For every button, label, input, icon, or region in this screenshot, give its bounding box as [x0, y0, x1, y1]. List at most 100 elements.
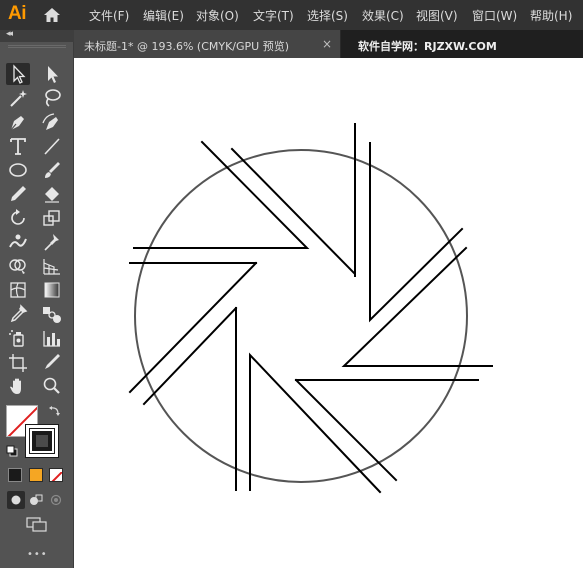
- arrow-outline-icon: [13, 64, 26, 84]
- menu-bar: Ai 文件(F) 编辑(E) 对象(O) 文字(T) 选择(S) 效果(C) 视…: [0, 0, 583, 30]
- document-tab-bar: 未标题-1* @ 193.6% (CMYK/GPU 预览) × 软件自学网：RJ…: [74, 30, 583, 58]
- menu-effect[interactable]: 效果(C): [362, 7, 404, 24]
- pencil-tool[interactable]: [6, 183, 30, 205]
- ellipse-tool[interactable]: [6, 159, 30, 181]
- aperture-blade-left-edge[interactable]: [128, 261, 258, 394]
- gradient-mode-button[interactable]: [29, 468, 43, 482]
- shape-builder-icon: [9, 259, 26, 274]
- panel-grip[interactable]: [8, 45, 66, 48]
- aperture-blade-right-upper[interactable]: [369, 142, 464, 323]
- document-tab-label: 未标题-1* @ 193.6% (CMYK/GPU 预览): [84, 40, 289, 53]
- column-graph-tool[interactable]: [40, 327, 64, 349]
- curvature-icon: [42, 113, 58, 130]
- zoom-icon: [43, 377, 60, 394]
- hand-icon: [10, 378, 21, 394]
- hand-tool[interactable]: [6, 375, 30, 397]
- menu-edit[interactable]: 编辑(E): [143, 7, 184, 24]
- magic-wand-tool[interactable]: [6, 87, 30, 109]
- home-icon[interactable]: [42, 5, 62, 25]
- default-fill-stroke-icon[interactable]: [5, 444, 19, 458]
- rotate-tool[interactable]: [6, 207, 30, 229]
- draw-inside-icon[interactable]: [47, 491, 65, 509]
- puppet-warp-icon: [9, 234, 27, 248]
- slice-tool[interactable]: [40, 351, 64, 373]
- stroke-swatch-center: [36, 435, 48, 447]
- eraser-tool[interactable]: [40, 183, 64, 205]
- tools-panel: ◂◂ •••: [0, 29, 74, 568]
- aperture-circle[interactable]: [134, 149, 468, 483]
- aperture-blade-top-edge[interactable]: [230, 147, 356, 275]
- swap-fill-stroke-icon[interactable]: [48, 404, 62, 418]
- slice-icon: [45, 354, 60, 369]
- menu-help[interactable]: 帮助(H): [530, 7, 572, 24]
- pen-tool[interactable]: [6, 111, 30, 133]
- aperture-blade-top[interactable]: [133, 140, 310, 249]
- artboard-tool[interactable]: [6, 351, 30, 373]
- tools-panel-header: ◂◂: [0, 29, 74, 42]
- blend-tool[interactable]: [40, 303, 64, 325]
- color-mode-button[interactable]: [8, 468, 22, 482]
- paintbrush-tool[interactable]: [40, 159, 64, 181]
- artboard-canvas[interactable]: [74, 58, 583, 568]
- aperture-blade-bottom[interactable]: [249, 352, 382, 494]
- pencil-icon: [11, 186, 26, 201]
- watermark-tab-label: 软件自学网：RJZXW.COM: [358, 40, 497, 53]
- pin-tool[interactable]: [40, 231, 64, 253]
- draw-normal-icon[interactable]: [7, 491, 25, 509]
- pen-icon: [10, 116, 24, 131]
- none-slash-icon: [51, 471, 62, 481]
- eyedropper-tool[interactable]: [6, 303, 30, 325]
- menu-view[interactable]: 视图(V): [416, 7, 458, 24]
- menu-select[interactable]: 选择(S): [307, 7, 348, 24]
- menu-object[interactable]: 对象(O): [196, 7, 239, 24]
- puppet-warp-tool[interactable]: [6, 231, 30, 253]
- type-tool[interactable]: [6, 135, 30, 157]
- ellipse-icon: [9, 163, 27, 177]
- close-tab-icon[interactable]: ×: [322, 37, 332, 51]
- stroke-swatch-ring: [29, 428, 55, 454]
- collapse-panel-icon[interactable]: ◂◂: [6, 29, 13, 39]
- eraser-icon: [45, 187, 59, 203]
- line-segment-tool[interactable]: [40, 135, 64, 157]
- artboard-icon: [9, 354, 27, 372]
- mesh-tool[interactable]: [6, 279, 30, 301]
- menu-window[interactable]: 窗口(W): [472, 7, 517, 24]
- curvature-tool[interactable]: [40, 111, 64, 133]
- selection-tool[interactable]: [6, 63, 30, 85]
- draw-behind-icon[interactable]: [27, 491, 45, 509]
- line-icon: [44, 138, 60, 155]
- column-graph-icon: [43, 331, 60, 347]
- menu-file[interactable]: 文件(F): [89, 7, 129, 24]
- lasso-tool[interactable]: [40, 87, 64, 109]
- eyedropper-icon: [10, 304, 28, 323]
- pin-icon: [44, 234, 59, 251]
- scale-icon: [43, 210, 60, 226]
- app-logo: Ai: [8, 3, 27, 24]
- rotate-icon: [11, 209, 25, 225]
- scale-tool[interactable]: [40, 207, 64, 229]
- aperture-artwork[interactable]: [74, 58, 583, 568]
- none-mode-button[interactable]: [49, 468, 63, 482]
- more-tools-icon[interactable]: •••: [27, 549, 48, 560]
- brush-icon: [45, 162, 60, 178]
- aperture-blade-bottom-right[interactable]: [294, 378, 398, 482]
- aperture-blade-left-lower[interactable]: [142, 306, 238, 406]
- symbol-sprayer-icon: [9, 330, 24, 347]
- gradient-icon: [44, 282, 60, 298]
- gradient-tool[interactable]: [40, 279, 64, 301]
- screen-mode-icon[interactable]: [24, 516, 50, 534]
- blend-icon: [43, 307, 61, 323]
- shape-builder-tool[interactable]: [6, 255, 30, 277]
- zoom-tool[interactable]: [40, 375, 64, 397]
- lasso-icon: [45, 89, 61, 107]
- document-tab[interactable]: 未标题-1* @ 193.6% (CMYK/GPU 预览) ×: [74, 30, 341, 58]
- menu-type[interactable]: 文字(T): [253, 7, 294, 24]
- perspective-grid-tool[interactable]: [40, 255, 64, 277]
- arrow-solid-icon: [48, 66, 58, 83]
- symbol-sprayer-tool[interactable]: [6, 327, 30, 349]
- aperture-blade-right[interactable]: [341, 246, 493, 367]
- perspective-grid-icon: [43, 259, 60, 275]
- stroke-swatch[interactable]: [25, 424, 59, 458]
- type-icon: [10, 138, 26, 155]
- direct-selection-tool[interactable]: [40, 63, 64, 85]
